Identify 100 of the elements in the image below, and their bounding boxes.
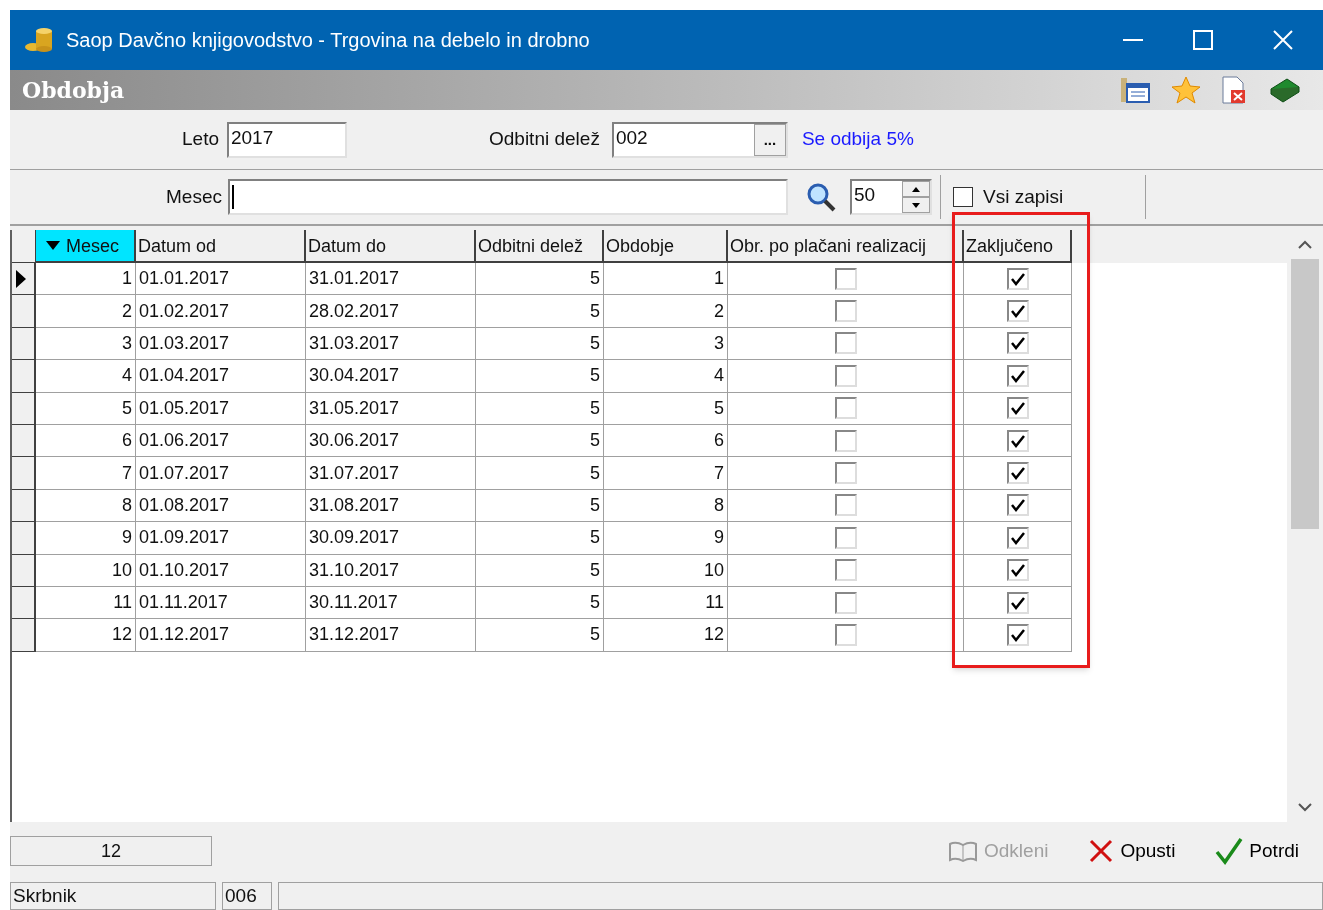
checkbox[interactable] <box>1006 332 1029 355</box>
table-cell: 5 <box>476 327 604 361</box>
column-header[interactable]: Zaključeno <box>964 230 1072 263</box>
table-cell: 5 <box>476 619 604 652</box>
list-window-icon[interactable] <box>1119 76 1151 104</box>
checkbox[interactable] <box>834 591 857 614</box>
column-header[interactable]: Datum do <box>306 230 476 263</box>
scrollbar-thumb[interactable] <box>1291 259 1319 529</box>
column-header[interactable]: Obdobje <box>604 230 728 263</box>
table-cell: 01.09.2017 <box>136 522 306 555</box>
checkbox[interactable] <box>834 494 857 517</box>
browse-button[interactable]: ... <box>753 123 786 156</box>
table-cell: 6 <box>604 424 728 458</box>
table-cell: 5 <box>476 457 604 490</box>
month-search-field[interactable] <box>227 179 788 215</box>
year-field[interactable]: 2017 <box>227 121 347 158</box>
checkbox[interactable] <box>834 364 857 387</box>
checkbox[interactable] <box>1006 300 1029 323</box>
row-indicator[interactable] <box>12 457 36 490</box>
table-cell: 30.06.2017 <box>306 424 476 458</box>
user-status: Skrbnik <box>10 882 216 910</box>
column-label: Mesec <box>66 234 119 258</box>
window-title: Saop Davčno knjigovodstvo - Trgovina na debelo in drobno <box>66 28 590 53</box>
checkbox[interactable] <box>1006 267 1029 290</box>
checkbox[interactable] <box>1006 397 1029 420</box>
row-indicator[interactable] <box>12 489 36 523</box>
spin-up-button[interactable] <box>901 181 930 197</box>
table-cell: 28.02.2017 <box>306 295 476 328</box>
checkbox[interactable] <box>1006 494 1029 517</box>
delete-document-icon[interactable] <box>1221 76 1247 104</box>
table-cell: 7 <box>604 457 728 490</box>
table-cell: 5 <box>476 392 604 425</box>
table-cell: 2 <box>604 295 728 328</box>
row-indicator[interactable] <box>12 522 36 555</box>
table-cell: 01.07.2017 <box>136 457 306 490</box>
table-cell: 12 <box>604 619 728 652</box>
table-cell: 4 <box>604 360 728 393</box>
checkbox[interactable] <box>834 332 857 355</box>
row-indicator[interactable] <box>12 619 36 652</box>
checkbox[interactable] <box>834 397 857 420</box>
column-header[interactable]: Datum od <box>136 230 306 263</box>
column-header[interactable]: Obr. po plačani realizacij <box>728 230 964 263</box>
checkbox[interactable] <box>834 462 857 485</box>
maximize-icon <box>1193 30 1213 50</box>
record-count: 12 <box>10 836 212 866</box>
row-indicator[interactable] <box>12 392 36 425</box>
table-cell: 5 <box>476 522 604 555</box>
row-indicator[interactable] <box>12 327 36 361</box>
checkmark-icon <box>1215 837 1244 865</box>
checkbox[interactable] <box>1006 462 1029 485</box>
column-header[interactable]: Mesec <box>36 230 136 263</box>
page-size-spinner[interactable]: 50 <box>849 179 932 215</box>
checkbox[interactable] <box>1006 429 1029 452</box>
table-cell: 10 <box>36 554 136 587</box>
column-header[interactable]: Odbitni delež <box>476 230 604 263</box>
search-icon[interactable] <box>805 182 836 212</box>
row-indicator[interactable] <box>12 554 36 587</box>
coins-icon <box>24 27 54 53</box>
checkbox[interactable] <box>1006 526 1029 549</box>
confirm-button[interactable]: Potrdi <box>1215 836 1299 866</box>
up-arrow-icon <box>911 186 920 192</box>
checkbox[interactable] <box>834 267 857 290</box>
open-book-icon <box>948 840 978 862</box>
checkbox[interactable] <box>834 300 857 323</box>
scroll-down-icon[interactable] <box>1298 803 1312 812</box>
checkbox[interactable] <box>834 559 857 582</box>
table-cell: 31.01.2017 <box>306 263 476 296</box>
table-cell: 30.11.2017 <box>306 586 476 620</box>
star-icon[interactable] <box>1171 76 1201 104</box>
row-indicator[interactable] <box>12 263 36 296</box>
scroll-up-icon[interactable] <box>1298 240 1312 249</box>
table-cell: 7 <box>36 457 136 490</box>
checkbox[interactable] <box>1006 559 1029 582</box>
checkbox[interactable] <box>1006 364 1029 387</box>
checkbox[interactable] <box>834 624 857 646</box>
table-cell: 01.10.2017 <box>136 554 306 587</box>
cancel-button[interactable]: Opusti <box>1088 836 1176 866</box>
table-cell: 31.08.2017 <box>306 489 476 523</box>
table-cell: 1 <box>36 263 136 296</box>
checkbox[interactable] <box>1006 624 1029 646</box>
deduction-share-field[interactable]: 002 ... <box>611 121 788 158</box>
table-cell: 01.05.2017 <box>136 392 306 425</box>
table-cell: 31.07.2017 <box>306 457 476 490</box>
table-cell: 5 <box>476 489 604 523</box>
row-indicator[interactable] <box>12 424 36 458</box>
table-cell: 5 <box>476 360 604 393</box>
spin-down-button[interactable] <box>901 197 930 213</box>
table-cell: 5 <box>476 586 604 620</box>
down-arrow-icon <box>911 202 920 208</box>
checkbox[interactable] <box>952 187 973 207</box>
table-cell: 01.03.2017 <box>136 327 306 361</box>
row-indicator[interactable] <box>12 360 36 393</box>
table-cell: 12 <box>36 619 136 652</box>
checkbox[interactable] <box>834 526 857 549</box>
checkbox[interactable] <box>1006 591 1029 614</box>
checkbox[interactable] <box>834 429 857 452</box>
table-cell: 8 <box>36 489 136 523</box>
row-indicator[interactable] <box>12 586 36 620</box>
table-cell: 31.12.2017 <box>306 619 476 652</box>
row-indicator[interactable] <box>12 295 36 328</box>
